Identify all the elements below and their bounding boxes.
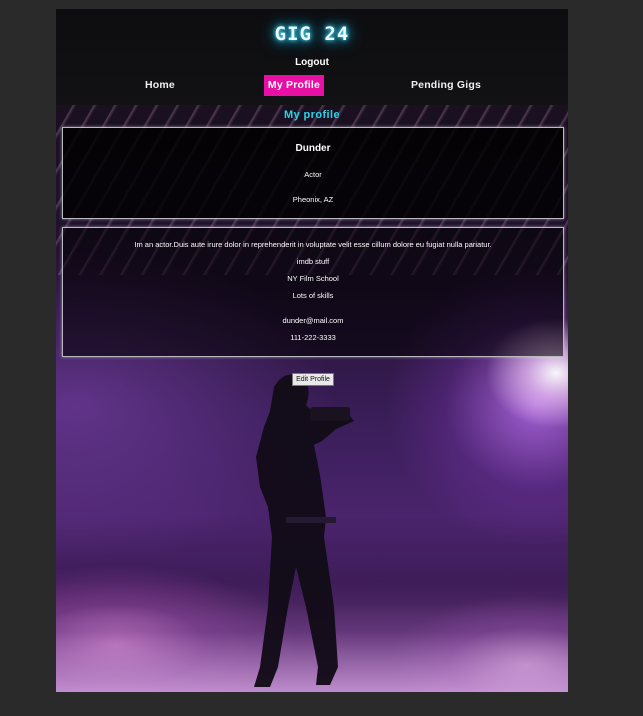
profile-role: Actor [304, 170, 322, 179]
page-title: My profile [284, 109, 340, 121]
profile-summary-card: Dunder Actor Pheonix, AZ [62, 127, 564, 219]
profile-bio: Im an actor.Duis aute irure dolor in rep… [134, 240, 492, 249]
profile-school: NY Film School [287, 274, 339, 283]
profile-name: Dunder [295, 143, 331, 154]
profile-email: dunder@mail.com [282, 316, 344, 325]
profile-imdb: imdb stuff [296, 257, 330, 266]
site-header: GIG 24 Logout Home My Profile Pending Gi… [56, 9, 568, 105]
edit-profile-button[interactable]: Edit Profile [292, 373, 334, 386]
nav-home[interactable]: Home [140, 75, 180, 96]
site-logo[interactable]: GIG 24 [56, 23, 568, 45]
main-nav: Home My Profile Pending Gigs [56, 75, 568, 96]
profile-details-card: Im an actor.Duis aute irure dolor in rep… [62, 227, 564, 357]
nav-my-profile[interactable]: My Profile [264, 75, 324, 96]
camera-operator-silhouette [254, 374, 354, 687]
app-page: GIG 24 Logout Home My Profile Pending Gi… [56, 9, 568, 692]
profile-skills: Lots of skills [292, 291, 334, 300]
profile-phone: 111-222-3333 [290, 333, 336, 342]
nav-pending-gigs[interactable]: Pending Gigs [408, 75, 484, 96]
profile-hero-background: My profile Dunder Actor Pheonix, AZ Im a… [56, 105, 568, 692]
logout-link[interactable]: Logout [56, 57, 568, 68]
profile-location: Pheonix, AZ [292, 195, 334, 204]
